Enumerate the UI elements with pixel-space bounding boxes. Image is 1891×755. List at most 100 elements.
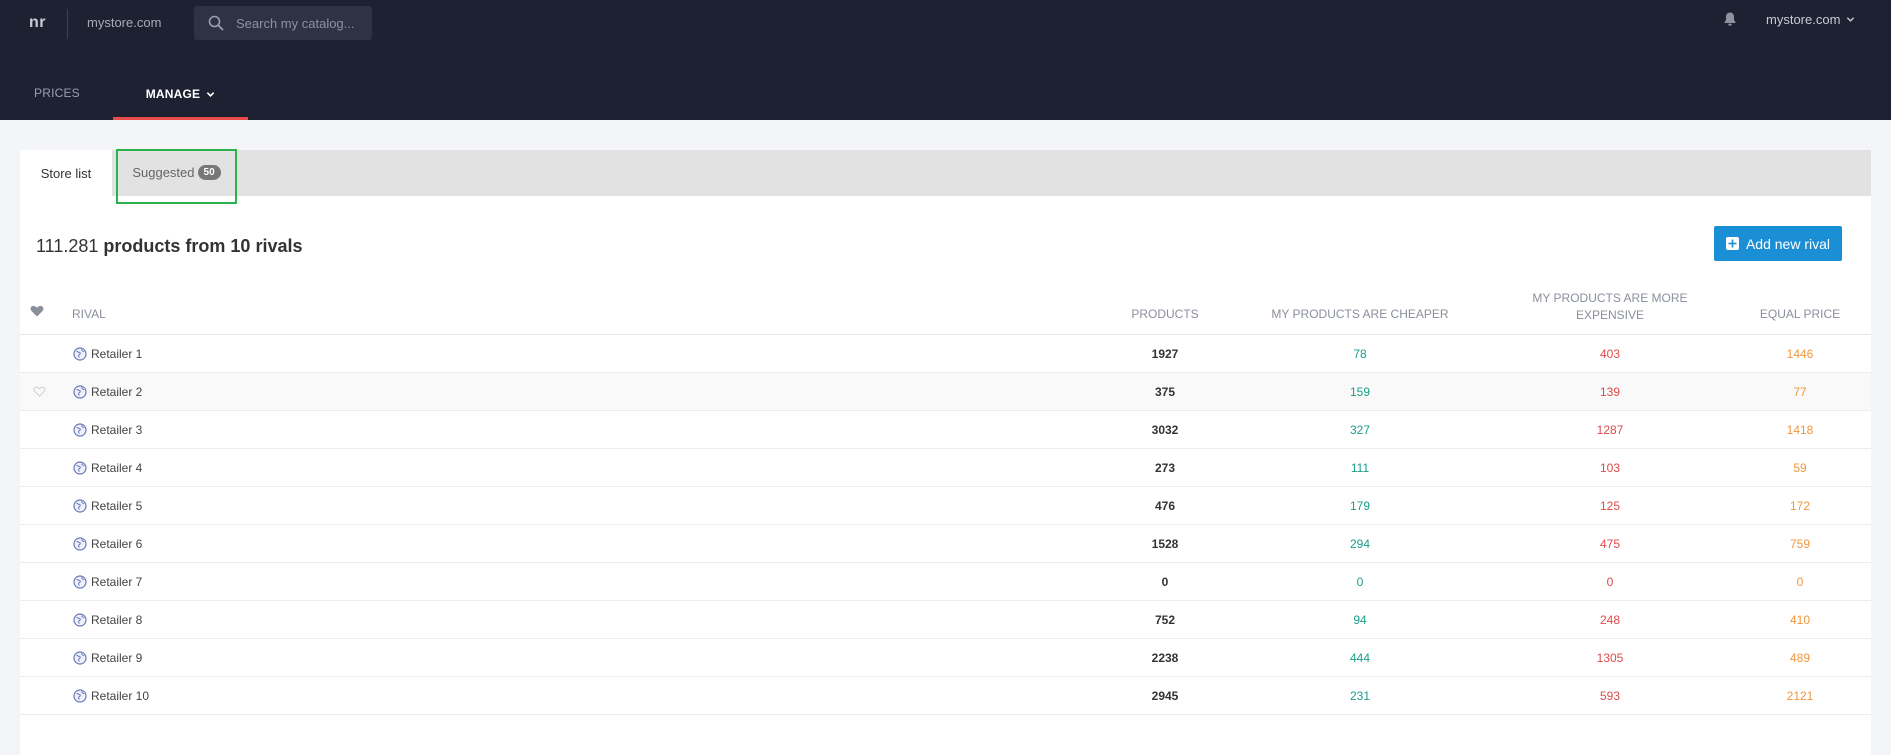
equal-count-cell[interactable]: 0 bbox=[1740, 575, 1860, 589]
expensive-count-cell[interactable]: 0 bbox=[1510, 575, 1710, 589]
products-count-cell: 273 bbox=[1154, 461, 1176, 475]
globe-icon bbox=[73, 613, 87, 627]
cheaper-count-cell[interactable]: 94 bbox=[1245, 613, 1475, 627]
rival-name[interactable]: Retailer 9 bbox=[91, 651, 142, 665]
nav-manage-label: MANAGE bbox=[145, 87, 201, 101]
cheaper-count-cell[interactable]: 159 bbox=[1245, 385, 1475, 399]
expensive-count-cell[interactable]: 125 bbox=[1510, 499, 1710, 513]
products-count-cell: 375 bbox=[1154, 385, 1176, 399]
rival-name[interactable]: Retailer 5 bbox=[91, 499, 142, 513]
tab-store-list[interactable]: Store list bbox=[20, 150, 112, 196]
rival-name[interactable]: Retailer 8 bbox=[91, 613, 142, 627]
products-count: 111.281 bbox=[36, 236, 99, 256]
add-new-rival-button[interactable]: Add new rival bbox=[1714, 226, 1842, 261]
cheaper-count-cell[interactable]: 327 bbox=[1245, 423, 1475, 437]
products-summary-text: products from 10 rivals bbox=[103, 236, 303, 256]
globe-icon bbox=[73, 575, 87, 589]
equal-count-cell[interactable]: 1446 bbox=[1740, 347, 1860, 361]
table-row[interactable]: Retailer 2 375 159 139 77 bbox=[20, 373, 1871, 411]
expensive-count-cell[interactable]: 1287 bbox=[1510, 423, 1710, 437]
expensive-count-cell[interactable]: 103 bbox=[1510, 461, 1710, 475]
plus-square-icon bbox=[1725, 237, 1739, 250]
tab-suggested-label: Suggested bbox=[132, 165, 195, 180]
notifications-bell-icon[interactable] bbox=[1722, 11, 1738, 27]
equal-count-cell[interactable]: 489 bbox=[1740, 651, 1860, 665]
expensive-count-cell[interactable]: 593 bbox=[1510, 689, 1710, 703]
logo-divider bbox=[67, 9, 68, 39]
products-count-cell: 1528 bbox=[1151, 537, 1179, 551]
equal-count-cell[interactable]: 410 bbox=[1740, 613, 1860, 627]
expensive-count-cell[interactable]: 475 bbox=[1510, 537, 1710, 551]
tab-suggested[interactable]: Suggested 50 bbox=[116, 149, 237, 204]
expensive-count-cell[interactable]: 403 bbox=[1510, 347, 1710, 361]
globe-icon bbox=[73, 689, 87, 703]
equal-count-cell[interactable]: 77 bbox=[1740, 385, 1860, 399]
globe-icon bbox=[73, 385, 87, 399]
equal-count-cell[interactable]: 759 bbox=[1740, 537, 1860, 551]
search-box[interactable] bbox=[194, 6, 372, 40]
account-menu[interactable]: mystore.com bbox=[1766, 12, 1855, 27]
products-count-cell: 0 bbox=[1161, 575, 1169, 589]
table-row[interactable]: Retailer 10 2945 231 593 2121 bbox=[20, 677, 1871, 715]
table-row[interactable]: Retailer 3 3032 327 1287 1418 bbox=[20, 411, 1871, 449]
heart-outline-icon[interactable] bbox=[33, 386, 46, 397]
column-header-expensive[interactable]: MY PRODUCTS ARE MORE EXPENSIVE bbox=[1510, 290, 1710, 324]
globe-icon bbox=[73, 537, 87, 551]
expensive-count-cell[interactable]: 1305 bbox=[1510, 651, 1710, 665]
chevron-down-icon bbox=[1847, 17, 1855, 22]
cheaper-count-cell[interactable]: 111 bbox=[1245, 461, 1475, 475]
column-header-cheaper[interactable]: MY PRODUCTS ARE CHEAPER bbox=[1245, 307, 1475, 321]
site-name: mystore.com bbox=[87, 15, 162, 30]
rival-name[interactable]: Retailer 6 bbox=[91, 537, 142, 551]
top-navigation-bar: nr mystore.com mystore.com PRICES MANAGE bbox=[0, 0, 1891, 120]
rival-name[interactable]: Retailer 1 bbox=[91, 347, 142, 361]
equal-count-cell[interactable]: 1418 bbox=[1740, 423, 1860, 437]
column-header-equal[interactable]: EQUAL PRICE bbox=[1740, 307, 1860, 321]
nav-prices[interactable]: PRICES bbox=[34, 86, 80, 100]
equal-count-cell[interactable]: 172 bbox=[1740, 499, 1860, 513]
table-row[interactable]: Retailer 8 752 94 248 410 bbox=[20, 601, 1871, 639]
account-name: mystore.com bbox=[1766, 12, 1841, 27]
cheaper-count-cell[interactable]: 179 bbox=[1245, 499, 1475, 513]
chevron-down-icon bbox=[207, 91, 215, 97]
tab-bar: Store list Suggested 50 bbox=[20, 149, 1871, 204]
table-row[interactable]: Retailer 4 273 111 103 59 bbox=[20, 449, 1871, 487]
table-row[interactable]: Retailer 9 2238 444 1305 489 bbox=[20, 639, 1871, 677]
globe-icon bbox=[73, 461, 87, 475]
search-input[interactable] bbox=[236, 6, 366, 40]
column-header-expensive-line1: MY PRODUCTS ARE MORE bbox=[1532, 291, 1688, 305]
globe-icon bbox=[73, 499, 87, 513]
rival-name[interactable]: Retailer 3 bbox=[91, 423, 142, 437]
cheaper-count-cell[interactable]: 0 bbox=[1245, 575, 1475, 589]
globe-icon bbox=[73, 347, 87, 361]
rival-name[interactable]: Retailer 4 bbox=[91, 461, 142, 475]
app-logo[interactable]: nr bbox=[29, 14, 46, 32]
column-header-rival[interactable]: RIVAL bbox=[72, 307, 106, 321]
column-header-products[interactable]: PRODUCTS bbox=[1110, 307, 1220, 321]
rival-name[interactable]: Retailer 2 bbox=[91, 385, 142, 399]
products-count-cell: 1927 bbox=[1151, 347, 1179, 361]
expensive-count-cell[interactable]: 248 bbox=[1510, 613, 1710, 627]
cheaper-count-cell[interactable]: 78 bbox=[1245, 347, 1475, 361]
cheaper-count-cell[interactable]: 231 bbox=[1245, 689, 1475, 703]
table-row[interactable]: Retailer 1 1927 78 403 1446 bbox=[20, 335, 1871, 373]
products-count-cell: 2945 bbox=[1151, 689, 1179, 703]
table-row[interactable]: Retailer 6 1528 294 475 759 bbox=[20, 525, 1871, 563]
table-row[interactable]: Retailer 7 0 0 0 0 bbox=[20, 563, 1871, 601]
globe-icon bbox=[73, 651, 87, 665]
suggested-count-badge: 50 bbox=[197, 165, 221, 180]
nav-manage[interactable]: MANAGE bbox=[113, 71, 248, 120]
rival-name[interactable]: Retailer 7 bbox=[91, 575, 142, 589]
cheaper-count-cell[interactable]: 294 bbox=[1245, 537, 1475, 551]
table-row[interactable]: Retailer 5 476 179 125 172 bbox=[20, 487, 1871, 525]
expensive-count-cell[interactable]: 139 bbox=[1510, 385, 1710, 399]
equal-count-cell[interactable]: 59 bbox=[1740, 461, 1860, 475]
rival-name[interactable]: Retailer 10 bbox=[91, 689, 149, 703]
products-count-cell: 476 bbox=[1154, 499, 1176, 513]
column-header-expensive-line2: EXPENSIVE bbox=[1575, 308, 1645, 322]
cheaper-count-cell[interactable]: 444 bbox=[1245, 651, 1475, 665]
table-header: RIVAL PRODUCTS MY PRODUCTS ARE CHEAPER M… bbox=[20, 280, 1871, 335]
favorites-heart-icon[interactable] bbox=[30, 305, 44, 317]
equal-count-cell[interactable]: 2121 bbox=[1740, 689, 1860, 703]
products-count-cell: 3032 bbox=[1151, 423, 1179, 437]
